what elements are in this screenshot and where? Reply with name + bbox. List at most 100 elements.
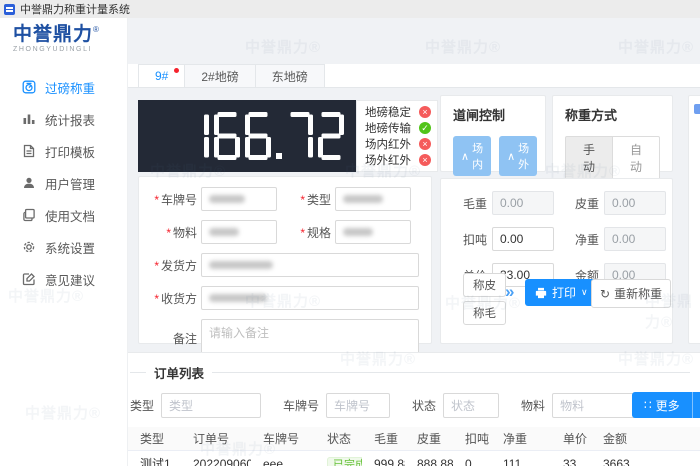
main-content: 9# 2#地磅 东地磅 地磅稳定 × 地磅传输 ✓ 场内红外 xyxy=(128,18,700,466)
search-button[interactable]: 搜索 xyxy=(692,392,700,418)
receiver-label: 收货方 xyxy=(151,290,197,307)
plate-field[interactable] xyxy=(201,187,277,211)
led-digit xyxy=(214,112,240,160)
status-label: 地磅传输 xyxy=(365,120,411,136)
spec-label: 规格 xyxy=(285,224,331,241)
material-field[interactable] xyxy=(201,220,277,244)
table-row[interactable]: 测试1 202209060002 eee 已完成 999.88 888.88 0… xyxy=(128,451,700,466)
net-weight-field xyxy=(604,227,666,251)
filter-status-input[interactable] xyxy=(443,393,499,418)
type-label: 类型 xyxy=(285,191,331,208)
col-type: 类型 xyxy=(128,430,181,447)
cell-price: 33 xyxy=(551,457,591,466)
material-label: 物料 xyxy=(151,224,197,241)
more-button[interactable]: ∷ 更多 xyxy=(632,392,692,418)
sidebar-item-reports[interactable]: 统计报表 xyxy=(0,103,127,135)
scale-tabs: 9# 2#地磅 东地磅 xyxy=(128,64,700,88)
print-button[interactable]: 打印 ∨ xyxy=(525,279,598,306)
status-infrared-outside: 场外红外 × xyxy=(365,152,431,168)
window-titlebar: 中誉鼎力称重计量系统 xyxy=(0,0,700,18)
type-field[interactable] xyxy=(335,187,411,211)
table-header-row: 类型 订单号 车牌号 状态 毛重 皮重 扣吨 净重 单价 金额 xyxy=(128,427,700,451)
window-title: 中誉鼎力称重计量系统 xyxy=(20,1,130,17)
weigh-tare-button[interactable]: 称皮 xyxy=(463,273,506,297)
report-chart-icon xyxy=(22,112,36,126)
sender-field[interactable] xyxy=(201,253,419,277)
error-icon: × xyxy=(419,106,431,118)
check-icon: ✓ xyxy=(419,122,431,134)
redacted-value xyxy=(209,261,273,269)
user-icon xyxy=(22,176,36,190)
led-digit xyxy=(318,112,344,160)
sidebar-item-feedback[interactable]: 意见建议 xyxy=(0,263,127,295)
cell-type: 测试1 xyxy=(128,455,181,466)
sidebar-item-settings[interactable]: 系统设置 xyxy=(0,231,127,263)
sidebar-item-docs[interactable]: 使用文档 xyxy=(0,199,127,231)
mode-manual-button[interactable]: 手动 xyxy=(565,136,613,180)
camera-snapshot-icon[interactable] xyxy=(694,104,700,114)
net-weight-label: 净重 xyxy=(563,231,599,248)
mode-auto-button[interactable]: 自动 xyxy=(613,136,660,180)
weight-led-display xyxy=(138,100,356,172)
sidebar-item-label: 过磅称重 xyxy=(45,78,95,97)
settings-gear-icon xyxy=(22,240,36,254)
filter-type-input[interactable] xyxy=(161,393,261,418)
weigh-gross-button[interactable]: 称毛 xyxy=(463,301,506,325)
sidebar-item-print-templates[interactable]: 打印模板 xyxy=(0,135,127,167)
status-label: 场外红外 xyxy=(365,152,411,168)
sidebar-item-weighing[interactable]: 过磅称重 xyxy=(0,71,127,103)
reweigh-button[interactable]: ↻ 重新称重 xyxy=(591,279,671,308)
weigh-mode-title: 称重方式 xyxy=(565,105,660,124)
filter-plate-input[interactable] xyxy=(326,393,390,418)
col-price: 单价 xyxy=(551,430,591,447)
redacted-value xyxy=(343,195,383,203)
filter-type-label: 类型 xyxy=(130,397,154,414)
redacted-value xyxy=(343,228,373,236)
tab-scale-east[interactable]: 东地磅 xyxy=(256,64,325,87)
grid-icon: ∷ xyxy=(644,398,652,412)
cell-net: 111 xyxy=(491,457,551,466)
sidebar: 中誉鼎力® ZHONGYUDINGLI 过磅称重 统计报表 打印模板 用户管理 xyxy=(0,18,128,466)
sidebar-item-users[interactable]: 用户管理 xyxy=(0,167,127,199)
app-window: 中誉鼎力称重计量系统 中誉鼎力® ZHONGYUDINGLI 过磅称重 统计报表… xyxy=(0,0,700,466)
tab-label: 9# xyxy=(155,69,168,83)
orders-title: 订单列表 xyxy=(154,363,204,382)
chevron-down-icon: ∨ xyxy=(581,287,588,298)
error-icon: × xyxy=(419,138,431,150)
side-panel-clipped xyxy=(688,95,700,344)
deduct-field[interactable] xyxy=(492,227,554,251)
led-digit xyxy=(287,112,313,160)
gate-outside-button[interactable]: ∧场外 xyxy=(499,136,537,176)
scale-status-panel: 地磅稳定 × 地磅传输 ✓ 场内红外 × 场外红外 × xyxy=(356,100,438,172)
gate-inside-button[interactable]: ∧场内 xyxy=(453,136,491,176)
led-digit xyxy=(183,112,209,160)
feedback-icon xyxy=(22,272,36,286)
chevron-up-icon: ∧ xyxy=(461,150,469,163)
tab-alert-dot xyxy=(174,68,179,73)
led-digit xyxy=(245,112,271,160)
status-badge: 已完成 xyxy=(327,457,362,466)
print-template-icon xyxy=(22,144,36,158)
sidebar-item-label: 用户管理 xyxy=(45,174,95,193)
deduct-label: 扣吨 xyxy=(451,231,487,248)
filter-material-input[interactable] xyxy=(552,393,642,418)
gate-control-card: 道闸控制 ∧场内 ∧场外 xyxy=(440,95,546,172)
cell-plate: eee xyxy=(251,457,315,466)
refresh-icon: ↻ xyxy=(600,287,610,301)
gate-control-title: 道闸控制 xyxy=(453,105,533,124)
col-amount: 金额 xyxy=(591,430,647,447)
registered-mark: ® xyxy=(93,25,99,34)
divider-line xyxy=(130,372,146,373)
plate-label: 车牌号 xyxy=(151,191,197,208)
app-logo-icon xyxy=(4,4,15,15)
tab-scale-9[interactable]: 9# xyxy=(138,64,185,87)
more-button-label: 更多 xyxy=(656,397,680,414)
divider-line xyxy=(212,372,690,373)
printer-icon xyxy=(535,287,547,299)
tab-scale-2[interactable]: 2#地磅 xyxy=(185,64,255,87)
spec-field[interactable] xyxy=(335,220,411,244)
receiver-field[interactable] xyxy=(201,286,419,310)
weigh-icon xyxy=(22,80,36,94)
col-tare: 皮重 xyxy=(405,430,453,447)
brand-logo-text: 中誉鼎力 xyxy=(13,24,93,45)
